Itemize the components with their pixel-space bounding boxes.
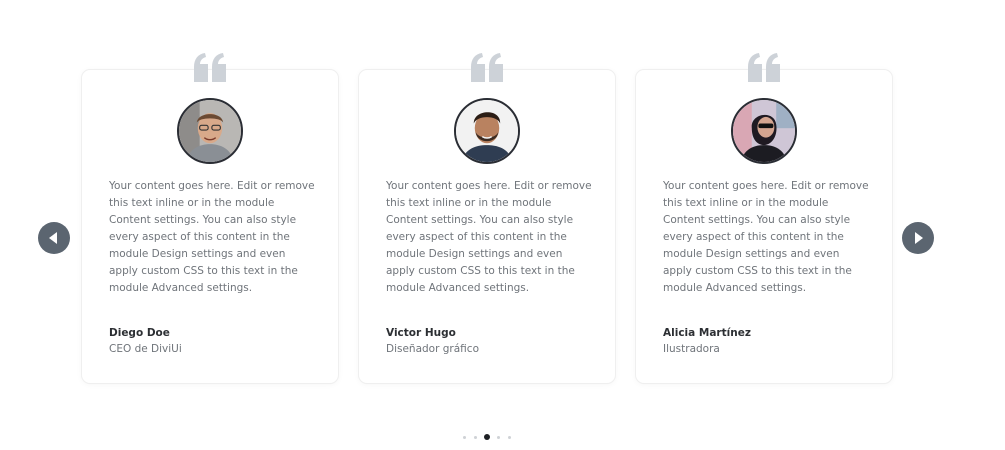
author-role: Ilustradora <box>663 343 720 355</box>
author-role: Diseñador gráfico <box>386 343 479 355</box>
pagination-dots <box>460 434 516 442</box>
next-button[interactable] <box>902 222 934 254</box>
triangle-left-icon <box>49 232 57 244</box>
quote-icon <box>748 53 780 82</box>
testimonial-text: Your content goes here. Edit or remove t… <box>386 180 592 294</box>
pagination-dot[interactable] <box>474 436 477 439</box>
avatar <box>731 98 797 164</box>
testimonial-card: Your content goes here. Edit or remove t… <box>358 53 616 384</box>
avatar <box>454 98 520 164</box>
testimonial-card: Your content goes here. Edit or remove t… <box>635 53 893 384</box>
quote-icon <box>194 53 226 82</box>
author-name: Diego Doe <box>109 327 170 339</box>
pagination-dot-active[interactable] <box>484 434 490 440</box>
testimonial-card: Your content goes here. Edit or remove t… <box>81 53 339 384</box>
avatar <box>177 98 243 164</box>
pagination-dot[interactable] <box>508 436 511 439</box>
author-role: CEO de DiviUi <box>109 343 182 355</box>
testimonial-text: Your content goes here. Edit or remove t… <box>109 180 315 294</box>
pagination-dot[interactable] <box>463 436 466 439</box>
quote-icon <box>471 53 503 82</box>
prev-button[interactable] <box>38 222 70 254</box>
testimonial-text: Your content goes here. Edit or remove t… <box>663 180 869 294</box>
author-name: Alicia Martínez <box>663 327 751 339</box>
pagination-dot[interactable] <box>497 436 500 439</box>
author-name: Victor Hugo <box>386 327 456 339</box>
triangle-right-icon <box>915 232 923 244</box>
testimonial-slider: Your content goes here. Edit or remove t… <box>0 0 1005 450</box>
